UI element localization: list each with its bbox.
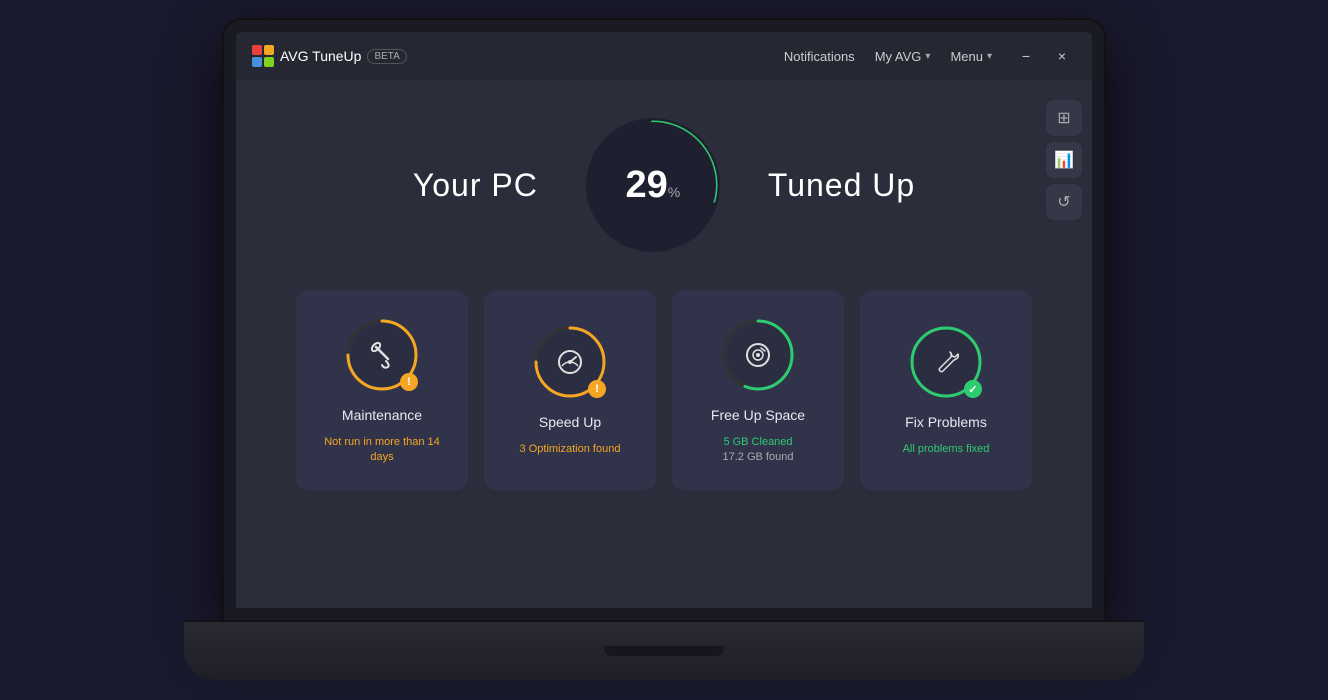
app-window: AVG TuneUp BETA Notifications My AVG ▾ M… — [236, 32, 1092, 608]
freespace-subtitle1: 5 GB Cleaned — [723, 435, 794, 450]
maintenance-icon-wrapper: ! — [342, 315, 422, 395]
avg-logo: AVG TuneUp BETA — [252, 45, 407, 67]
close-button[interactable]: × — [1048, 42, 1076, 70]
speedup-title: Speed Up — [539, 414, 601, 430]
sidebar-grid-icon[interactable]: ⊞ — [1046, 100, 1082, 136]
card-fixproblems[interactable]: ✓ Fix Problems All problems fixed — [860, 290, 1032, 490]
hdd-svg — [742, 339, 774, 371]
freespace-subtitle-group: 5 GB Cleaned 17.2 GB found — [723, 435, 794, 466]
my-avg-chevron: ▾ — [925, 51, 930, 62]
score-suffix: Tuned Up — [768, 167, 915, 204]
freespace-title: Free Up Space — [711, 407, 805, 423]
freespace-icon-wrapper — [718, 315, 798, 395]
wrench-svg — [930, 346, 962, 378]
laptop-wrapper: AVG TuneUp BETA Notifications My AVG ▾ M… — [184, 20, 1144, 680]
card-maintenance[interactable]: ! Maintenance Not run in more than 14 da… — [296, 290, 468, 490]
freespace-subtitle2: 17.2 GB found — [723, 450, 794, 465]
minimize-button[interactable]: − — [1012, 42, 1040, 70]
fixproblems-title: Fix Problems — [905, 414, 987, 430]
broom-svg — [366, 339, 398, 371]
main-content: ⊞ 📊 ↺ Your PC — [236, 80, 1092, 608]
card-freespace[interactable]: Free Up Space 5 GB Cleaned 17.2 GB found — [672, 290, 844, 490]
notifications-link[interactable]: Notifications — [784, 49, 855, 64]
score-prefix: Your PC — [413, 167, 538, 204]
beta-badge: BETA — [367, 49, 406, 64]
title-bar-left: AVG TuneUp BETA — [252, 45, 407, 67]
maintenance-badge: ! — [400, 373, 418, 391]
title-bar-right: Notifications My AVG ▾ Menu ▾ − × — [784, 42, 1076, 70]
fixproblems-icon-wrapper: ✓ — [906, 322, 986, 402]
my-avg-link[interactable]: My AVG ▾ — [875, 49, 931, 64]
score-circle: 29% — [578, 110, 728, 260]
window-controls: − × — [1012, 42, 1076, 70]
menu-link[interactable]: Menu ▾ — [950, 49, 992, 64]
cards-row: ! Maintenance Not run in more than 14 da… — [296, 290, 1032, 490]
maintenance-title: Maintenance — [342, 407, 422, 423]
fixproblems-subtitle: All problems fixed — [903, 442, 990, 457]
sidebar-refresh-icon[interactable]: ↺ — [1046, 184, 1082, 220]
sidebar-chart-icon[interactable]: 📊 — [1046, 142, 1082, 178]
freespace-icon — [726, 323, 790, 387]
menu-chevron: ▾ — [987, 51, 992, 62]
laptop-base — [184, 620, 1144, 680]
app-title: AVG TuneUp — [280, 48, 361, 64]
maintenance-subtitle: Not run in more than 14 days — [312, 435, 452, 466]
avg-logo-icon — [252, 45, 274, 67]
score-section: Your PC 29% — [413, 110, 915, 260]
speedup-subtitle: 3 Optimization found — [520, 442, 621, 457]
laptop-screen: AVG TuneUp BETA Notifications My AVG ▾ M… — [224, 20, 1104, 620]
speed-svg — [554, 346, 586, 378]
title-bar: AVG TuneUp BETA Notifications My AVG ▾ M… — [236, 32, 1092, 80]
speedup-icon-wrapper: ! — [530, 322, 610, 402]
score-number: 29% — [625, 166, 680, 204]
card-speedup[interactable]: ! Speed Up 3 Optimization found — [484, 290, 656, 490]
sidebar-icons: ⊞ 📊 ↺ — [1046, 100, 1082, 220]
score-inner: 29% — [590, 122, 716, 248]
